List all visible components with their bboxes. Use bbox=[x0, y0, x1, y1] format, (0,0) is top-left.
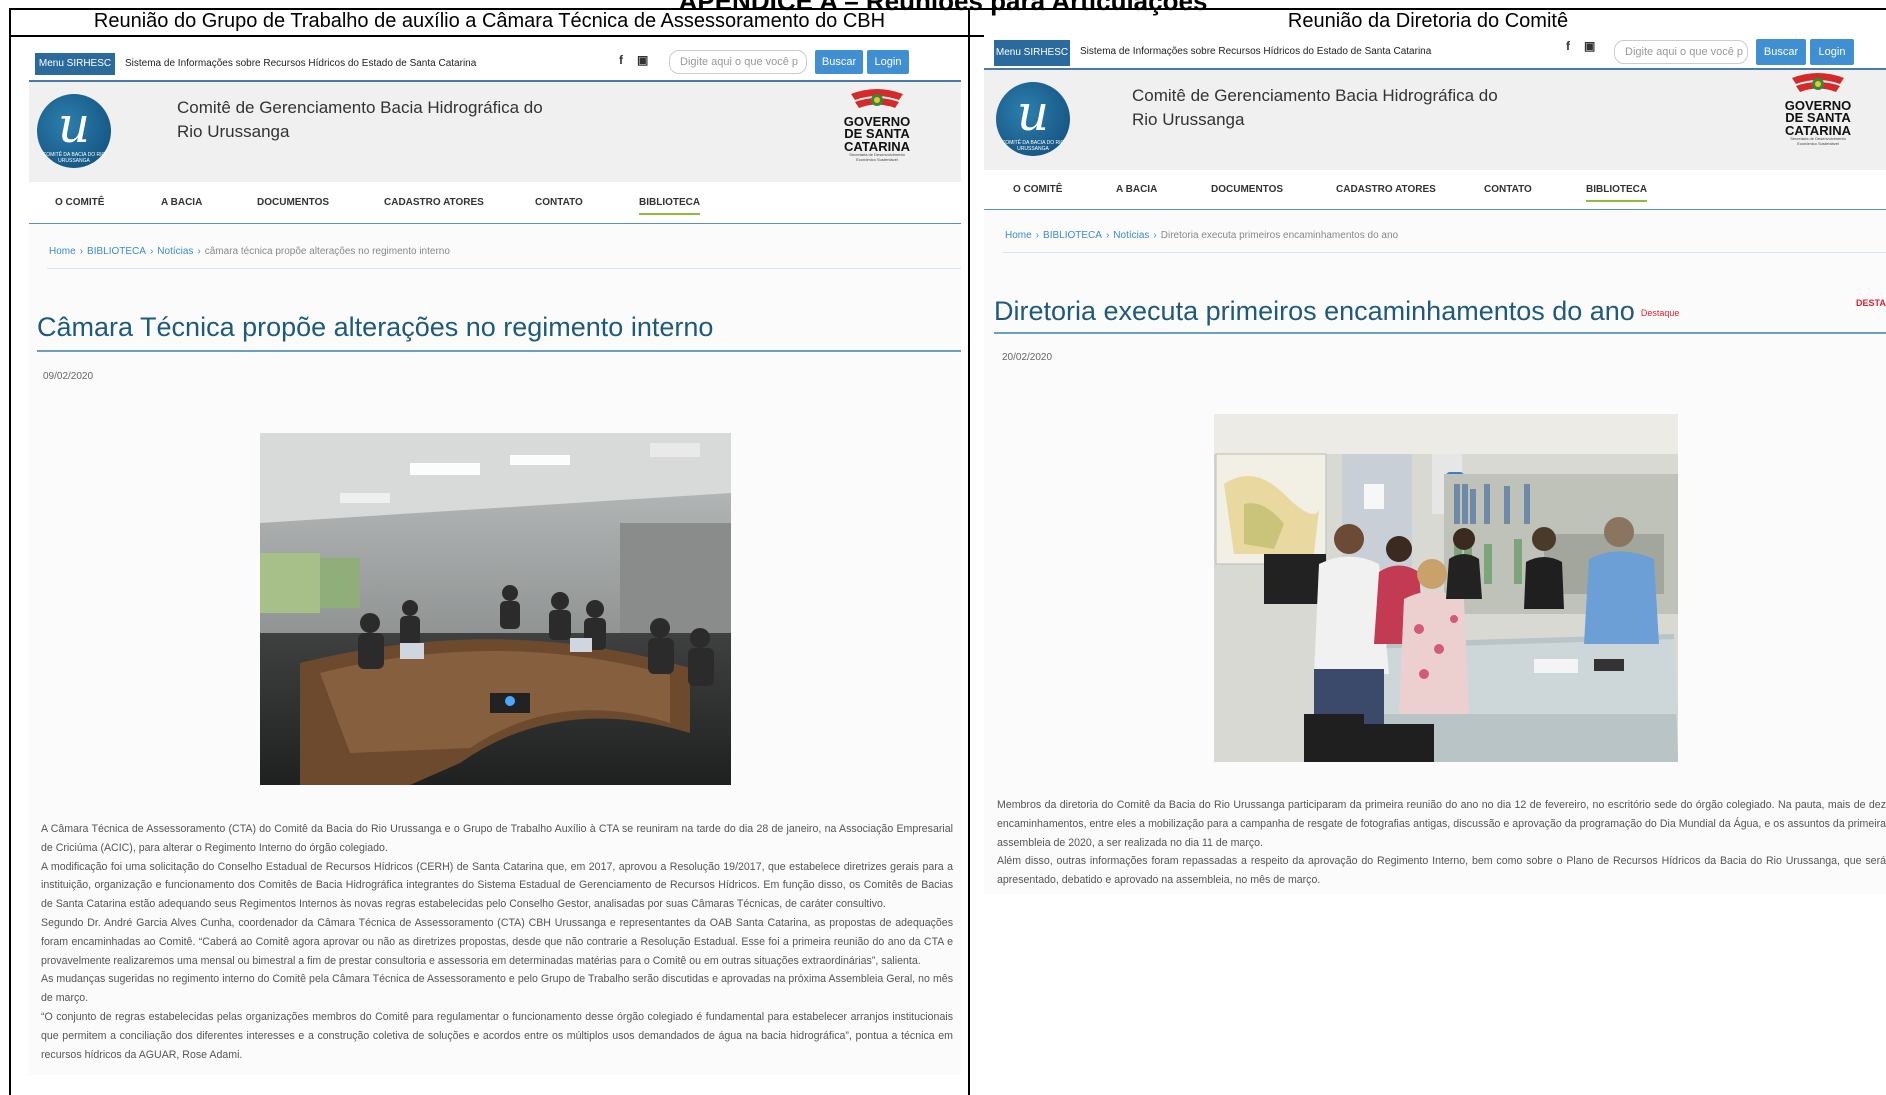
nav-documentos[interactable]: DOCUMENTOS bbox=[1211, 184, 1283, 195]
nav-biblioteca[interactable]: BIBLIOTECA bbox=[639, 197, 701, 215]
comite-logo: u COMITÊ DA BACIA DO RIO URUSSANGA bbox=[37, 94, 111, 168]
brand-name: Comitê de Gerenciamento Bacia Hidrográfi… bbox=[177, 96, 543, 144]
logo-caption: COMITÊ DA BACIA DO RIO URUSSANGA bbox=[1001, 140, 1065, 152]
left-page-screenshot: Menu SIRHESC Sistema de Informações sobr… bbox=[29, 40, 961, 1075]
title-rule bbox=[37, 350, 961, 352]
nav-a-bacia[interactable]: A BACIA bbox=[1116, 184, 1157, 195]
santa-catarina-flag-icon bbox=[1792, 73, 1844, 92]
breadcrumb-biblioteca[interactable]: BIBLIOTECA bbox=[87, 246, 146, 257]
governo-logo: GOVERNO DE SANTA CATARINA Secretaria de … bbox=[1782, 99, 1854, 147]
menu-sirhesc-button[interactable]: Menu SIRHESC bbox=[994, 40, 1070, 66]
column-header-left: Reunião do Grupo de Trabalho de auxílio … bbox=[93, 10, 886, 32]
title-rule bbox=[994, 332, 1886, 334]
destaque-corner-tag: DESTAQ bbox=[1856, 298, 1886, 308]
menu-sirhesc-button[interactable]: Menu SIRHESC bbox=[35, 53, 115, 75]
article-paragraph: A modificação foi uma solicitação do Con… bbox=[41, 860, 953, 911]
comite-logo: u COMITÊ DA BACIA DO RIO URUSSANGA bbox=[996, 82, 1070, 156]
search-input[interactable]: Digite aqui o que você p bbox=[669, 50, 807, 74]
main-nav: O COMITÊ A BACIA DOCUMENTOS CADASTRO ATO… bbox=[29, 182, 961, 224]
top-bar: Menu SIRHESC Sistema de Informações sobr… bbox=[29, 40, 961, 82]
breadcrumb-home[interactable]: Home bbox=[1005, 230, 1032, 241]
column-header-right: Reunião da Diretoria do Comitê bbox=[1287, 10, 1569, 32]
article-paragraph: “O conjunto de regras estabelecidas pela… bbox=[41, 1010, 953, 1061]
gov-secretaria: Secretaria de Desenvolvimento Econômico … bbox=[1790, 136, 1846, 146]
main-nav: O COMITÊ A BACIA DOCUMENTOS CADASTRO ATO… bbox=[984, 170, 1886, 210]
top-bar: Menu SIRHESC Sistema de Informações sobr… bbox=[984, 34, 1886, 70]
brand-header: u COMITÊ DA BACIA DO RIO URUSSANGA Comit… bbox=[984, 70, 1886, 170]
article-paragraph: As mudanças sugeridas no regimento inter… bbox=[41, 973, 953, 1005]
brand-line-1: Comitê de Gerenciamento Bacia Hidrográfi… bbox=[177, 98, 543, 117]
nav-documentos[interactable]: DOCUMENTOS bbox=[257, 197, 329, 208]
breadcrumb-noticias[interactable]: Notícias bbox=[157, 246, 193, 257]
brand-line-2: Rio Urussanga bbox=[177, 121, 290, 141]
article-title-text: Diretoria executa primeiros encaminhamen… bbox=[994, 296, 1635, 326]
breadcrumb-separator: › bbox=[79, 246, 84, 257]
breadcrumb-home[interactable]: Home bbox=[49, 246, 76, 257]
breadcrumb-rule bbox=[1002, 252, 1886, 253]
login-button[interactable]: Login bbox=[1810, 39, 1854, 65]
meeting-room-illustration bbox=[260, 433, 731, 785]
article-body: Membros da diretoria do Comitê da Bacia … bbox=[997, 796, 1886, 890]
meeting-photo bbox=[1214, 414, 1678, 762]
breadcrumb-noticias[interactable]: Notícias bbox=[1113, 230, 1149, 241]
meeting-photo bbox=[260, 433, 731, 785]
brand-line-2: Rio Urussanga bbox=[1132, 109, 1245, 129]
logo-letter: u bbox=[57, 96, 91, 154]
youtube-icon[interactable]: ▣ bbox=[637, 53, 648, 67]
breadcrumb-separator: › bbox=[149, 246, 154, 257]
youtube-icon[interactable]: ▣ bbox=[1584, 39, 1595, 53]
article-title: Diretoria executa primeiros encaminhamen… bbox=[994, 296, 1679, 327]
santa-catarina-flag-icon bbox=[851, 89, 903, 108]
article-date: 09/02/2020 bbox=[43, 371, 94, 382]
breadcrumb-separator: › bbox=[1105, 230, 1110, 241]
article-paragraph: Membros da diretoria do Comitê da Bacia … bbox=[997, 799, 1886, 849]
article-paragraph: A Câmara Técnica de Assessoramento (CTA)… bbox=[41, 823, 953, 854]
nav-o-comite[interactable]: O COMITÊ bbox=[55, 197, 104, 208]
nav-biblioteca[interactable]: BIBLIOTECA bbox=[1586, 184, 1648, 202]
article-body: A Câmara Técnica de Assessoramento (CTA)… bbox=[41, 820, 953, 1064]
column-divider bbox=[968, 8, 970, 1095]
office-meeting-illustration bbox=[1214, 414, 1678, 762]
article-paragraph: Segundo Dr. André Garcia Alves Cunha, co… bbox=[41, 916, 953, 967]
breadcrumb-rule bbox=[47, 268, 961, 269]
search-button[interactable]: Buscar bbox=[1756, 39, 1806, 65]
brand-header: u COMITÊ DA BACIA DO RIO URUSSANGA Comit… bbox=[29, 82, 961, 182]
destaque-tag[interactable]: Destaque bbox=[1641, 308, 1680, 318]
breadcrumb-separator: › bbox=[1035, 230, 1040, 241]
login-button[interactable]: Login bbox=[867, 50, 909, 74]
gov-secretaria: Secretaria de Desenvolvimento Econômico … bbox=[849, 152, 905, 162]
breadcrumb: Home › BIBLIOTECA › Notícias › câmara técnica … bbox=[49, 246, 450, 257]
nav-contato[interactable]: CONTATO bbox=[1484, 184, 1532, 195]
governo-logo: GOVERNO DE SANTA CATARINA Secretaria de … bbox=[841, 115, 913, 163]
breadcrumb-biblioteca[interactable]: BIBLIOTECA bbox=[1043, 230, 1102, 241]
search-button[interactable]: Buscar bbox=[815, 50, 863, 74]
article-title: Câmara Técnica propõe alterações no regi… bbox=[37, 312, 714, 342]
article-date: 20/02/2020 bbox=[1002, 352, 1053, 363]
logo-letter: u bbox=[1016, 84, 1050, 142]
facebook-icon[interactable]: f bbox=[1566, 39, 1570, 53]
breadcrumb-separator: › bbox=[1153, 230, 1157, 241]
system-name: Sistema de Informações sobre Recursos Hí… bbox=[1080, 46, 1432, 57]
brand-line-1: Comitê de Gerenciamento Bacia Hidrográfi… bbox=[1132, 86, 1498, 105]
breadcrumb: Home › BIBLIOTECA › Notícias › Diretoria execu… bbox=[1005, 230, 1398, 241]
facebook-icon[interactable]: f bbox=[619, 53, 623, 67]
nav-o-comite[interactable]: O COMITÊ bbox=[1013, 184, 1062, 195]
article-paragraph: Além disso, outras informações foram rep… bbox=[997, 855, 1886, 887]
right-page-screenshot: Menu SIRHESC Sistema de Informações sobr… bbox=[984, 34, 1886, 894]
breadcrumb-current: Diretoria executa primeiros encaminhamen… bbox=[1160, 230, 1399, 241]
search-input[interactable]: Digite aqui o que você p bbox=[1614, 40, 1748, 64]
logo-caption: COMITÊ DA BACIA DO RIO URUSSANGA bbox=[42, 152, 106, 164]
nav-cadastro-atores[interactable]: CADASTRO ATORES bbox=[384, 197, 484, 208]
system-name: Sistema de Informações sobre Recursos Hí… bbox=[125, 58, 477, 69]
nav-contato[interactable]: CONTATO bbox=[535, 197, 583, 208]
breadcrumb-current: câmara técnica propõe alterações no regi… bbox=[204, 246, 450, 257]
nav-cadastro-atores[interactable]: CADASTRO ATORES bbox=[1336, 184, 1436, 195]
nav-a-bacia[interactable]: A BACIA bbox=[161, 197, 202, 208]
breadcrumb-separator: › bbox=[197, 246, 201, 257]
brand-name: Comitê de Gerenciamento Bacia Hidrográfi… bbox=[1132, 84, 1498, 132]
